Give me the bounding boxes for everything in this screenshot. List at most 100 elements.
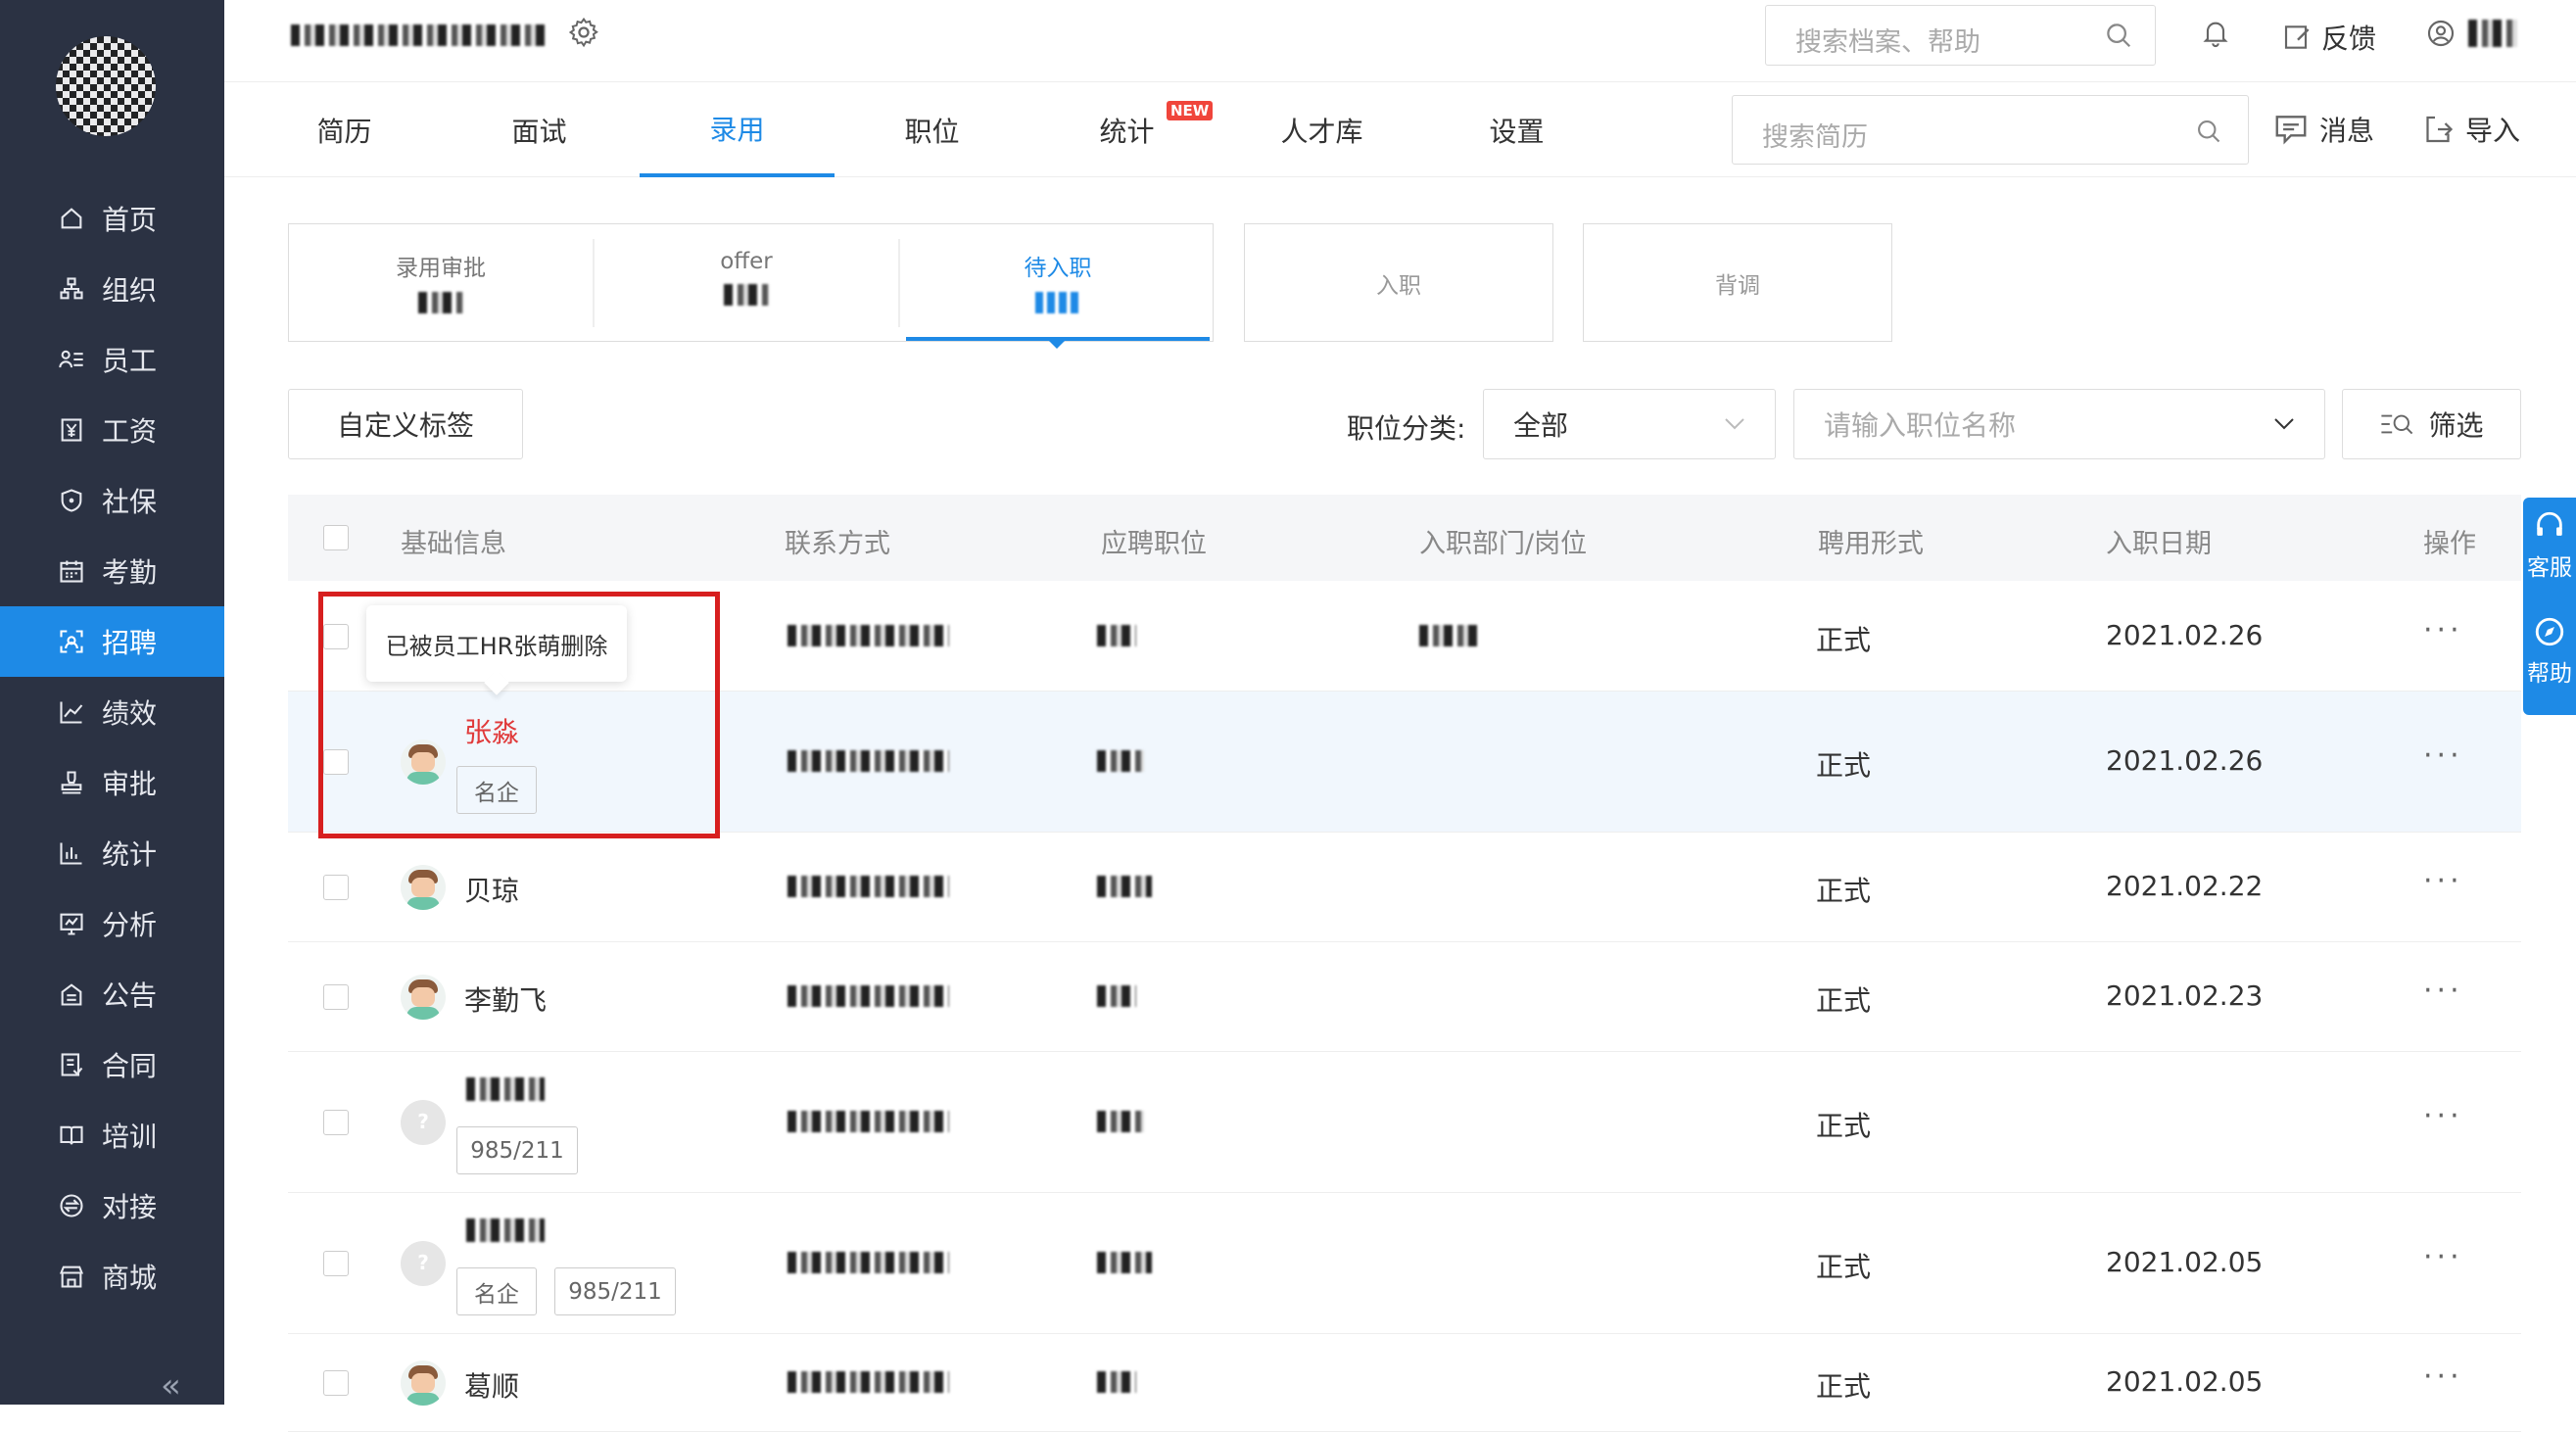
candidate-name[interactable]: 贝琼 [464,870,519,909]
employment-type: 正式 [1816,1110,1872,1142]
sidebar-item-4[interactable]: 社保 [0,465,224,536]
more-actions-icon[interactable]: ··· [2423,1240,2463,1274]
header-basic-info: 基础信息 [401,529,506,559]
settings-gear-icon[interactable] [567,16,600,53]
help-button[interactable]: 帮助 [2523,615,2576,688]
more-actions-icon[interactable]: ··· [2423,864,2463,898]
org-icon [57,274,86,304]
table-row[interactable]: ? 名企 985/211 正式 2021.02.05 ··· [288,1193,2521,1334]
search-icon[interactable] [2195,118,2222,152]
row-checkbox[interactable] [323,1370,349,1396]
row-checkbox[interactable] [323,623,349,649]
import-button[interactable]: 导入 [2420,110,2520,149]
sidebar-item-3[interactable]: 工资 [0,395,224,465]
stage-label: offer [720,249,773,274]
candidate-name[interactable] [466,1218,545,1242]
select-all-checkbox[interactable] [323,525,349,550]
recruit-icon [57,627,86,656]
customer-service-button[interactable]: 客服 [2523,509,2576,582]
more-actions-icon[interactable]: ··· [2423,613,2463,647]
user-menu[interactable] [2425,18,2517,49]
category-select[interactable]: 全部 [1483,389,1776,459]
table-row[interactable]: 李勤飞 正式 2021.02.23 ··· [288,942,2521,1052]
collapse-sidebar-icon[interactable]: « [161,1366,181,1406]
contact-info [787,750,949,772]
stage-tabs: 录用审批 offer 待入职 [288,223,1214,349]
avatar [401,865,446,910]
sidebar-item-7[interactable]: 绩效 [0,677,224,747]
sidebar-item-5[interactable]: 考勤 [0,536,224,606]
sidebar-item-9[interactable]: 统计 [0,818,224,888]
table-row[interactable]: 葛顺 正式 2021.02.05 ··· [288,1334,2521,1432]
custom-tag-button[interactable]: 自定义标签 [288,389,523,459]
onboard-date: 2021.02.05 [2106,1365,2264,1398]
row-checkbox[interactable] [323,875,349,900]
stage-count [418,292,463,313]
sidebar-item-2[interactable]: 员工 [0,324,224,395]
sidebar-item-8[interactable]: 审批 [0,747,224,818]
resume-search-input[interactable]: 搜索简历 [1732,95,2249,165]
table-row[interactable]: 贝琼 正式 2021.02.22 ··· [288,833,2521,942]
sidebar-item-0[interactable]: 首页 [0,183,224,254]
table-row[interactable]: ? 985/211 正式 ··· [288,1052,2521,1193]
tab-3[interactable]: 职位 [835,83,1029,177]
avatar [401,740,446,785]
avatar: ? [401,1100,446,1145]
tab-0[interactable]: 简历 [247,83,442,177]
candidate-name[interactable]: 张淼 [464,711,519,750]
sidebar-item-label: 统计 [102,838,158,871]
stage-pending-onboard[interactable]: 待入职 [906,224,1210,349]
tab-5[interactable]: 人才库 [1224,83,1419,177]
stage-background-check[interactable]: 背调 [1583,223,1892,342]
sidebar-item-12[interactable]: 合同 [0,1029,224,1100]
sidebar-item-label: 审批 [102,768,158,800]
stage-onboarded[interactable]: 入职 [1244,223,1553,342]
stage-offer[interactable]: offer [595,224,898,341]
sidebar-item-6[interactable]: 招聘 [0,606,224,677]
candidate-name[interactable] [466,1077,545,1101]
more-actions-icon[interactable]: ··· [2423,1099,2463,1133]
sidebar-item-11[interactable]: 公告 [0,959,224,1029]
notification-bell-icon[interactable] [2200,16,2231,49]
company-logo[interactable] [56,36,156,136]
tab-4[interactable]: 统计 NEW [1029,83,1224,177]
header-contact: 联系方式 [785,529,890,559]
tab-6[interactable]: 设置 [1419,83,1614,177]
tab-2[interactable]: 录用 [640,83,835,177]
messages-button[interactable]: 消息 [2272,110,2374,149]
row-checkbox[interactable] [323,1110,349,1135]
more-actions-icon[interactable]: ··· [2423,1360,2463,1394]
sidebar-item-1[interactable]: 组织 [0,254,224,324]
shop-icon [57,1262,86,1291]
sidebar-item-13[interactable]: 培训 [0,1100,224,1170]
table-row[interactable]: 张淼 名企 正式 2021.02.26 ··· [288,692,2521,833]
filter-button[interactable]: 筛选 [2342,389,2521,459]
tab-1[interactable]: 面试 [442,83,637,177]
more-actions-icon[interactable]: ··· [2423,739,2463,773]
stamp-icon [57,768,86,797]
sidebar-item-10[interactable]: 分析 [0,888,224,959]
row-checkbox[interactable] [323,1251,349,1276]
position-name-select[interactable]: 请输入职位名称 [1793,389,2325,459]
sidebar-item-14[interactable]: 对接 [0,1170,224,1241]
employment-type: 正式 [1816,875,1872,907]
candidate-name[interactable]: 李勤飞 [464,979,547,1019]
sidebar-item-15[interactable]: 商城 [0,1241,224,1312]
more-actions-icon[interactable]: ··· [2423,974,2463,1008]
stage-offer-approval[interactable]: 录用审批 [289,224,593,341]
top-bar: 搜索档案、帮助 反馈 [224,0,2576,82]
search-icon[interactable] [2104,21,2133,57]
bar-chart-icon [57,838,86,868]
chart-line-icon [57,697,86,727]
contract-icon [57,1050,86,1079]
sidebar-item-label: 合同 [102,1050,158,1082]
row-checkbox[interactable] [323,984,349,1010]
sidebar-item-label: 工资 [102,415,158,448]
feedback-button[interactable]: 反馈 [2282,18,2376,57]
chevron-down-icon [2274,418,2294,430]
contact-info [787,876,949,897]
header-department: 入职部门/岗位 [1419,529,1588,559]
candidate-name[interactable]: 葛顺 [464,1365,519,1405]
global-search-input[interactable]: 搜索档案、帮助 [1765,5,2156,66]
row-checkbox[interactable] [323,749,349,775]
